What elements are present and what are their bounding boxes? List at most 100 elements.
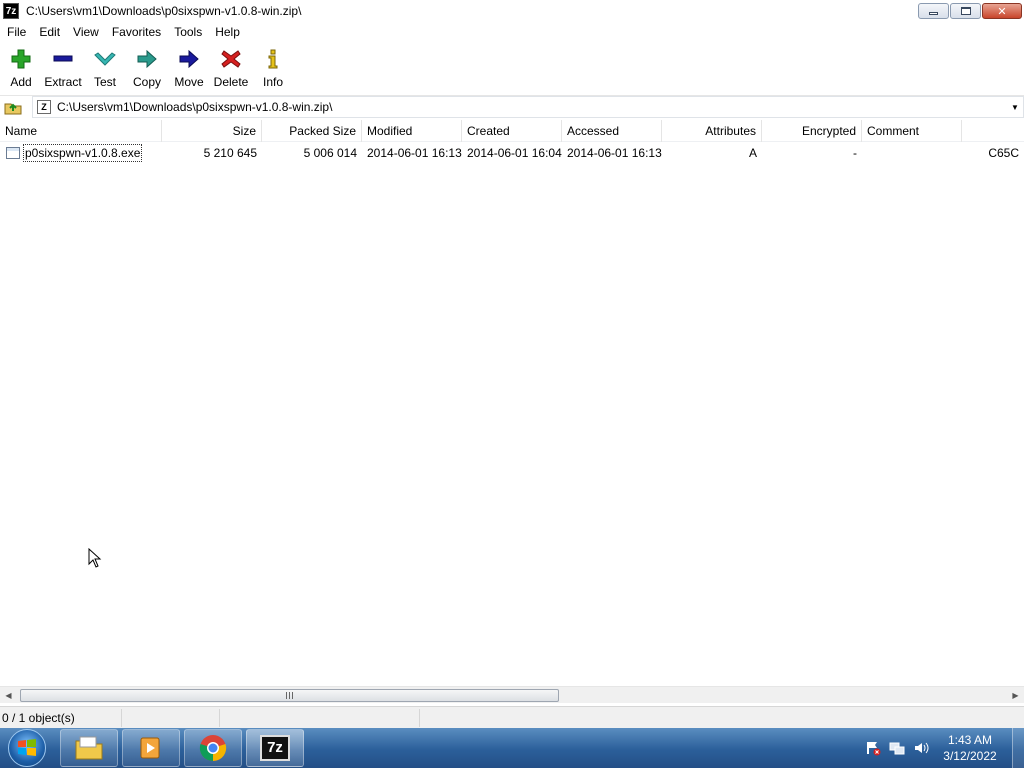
minimize-icon	[929, 12, 938, 15]
cell-comment	[862, 143, 962, 163]
taskbar: 7z 1:43 AM 3/12/2022	[0, 728, 1024, 768]
taskbar-media-player[interactable]	[122, 729, 180, 767]
clock-date: 3/12/2022	[943, 749, 997, 763]
file-list[interactable]: p0sixspwn-v1.0.8.exe 5 210 645 5 006 014…	[0, 143, 1024, 686]
status-bar: 0 / 1 object(s) selected	[0, 706, 1024, 743]
scrollbar-thumb[interactable]	[20, 689, 559, 702]
menu-edit[interactable]: Edit	[32, 25, 66, 39]
close-icon: ✕	[997, 4, 1007, 18]
window-controls: ✕	[918, 3, 1022, 19]
address-bar: Z C:\Users\vm1\Downloads\p0sixspwn-v1.0.…	[0, 95, 1024, 118]
cell-name[interactable]: p0sixspwn-v1.0.8.exe	[0, 143, 162, 163]
test-icon	[94, 48, 116, 70]
executable-file-icon	[6, 147, 20, 159]
menu-view[interactable]: View	[66, 25, 105, 39]
cell-packed-size: 5 006 014	[303, 146, 357, 160]
copy-icon	[136, 48, 158, 70]
column-name[interactable]: Name	[0, 120, 162, 142]
move-icon	[178, 48, 200, 70]
title-bar: 7z C:\Users\vm1\Downloads\p0sixspwn-v1.0…	[0, 0, 1024, 22]
app-icon: 7z	[3, 3, 19, 19]
add-icon	[10, 48, 32, 70]
mouse-cursor-icon	[88, 548, 102, 568]
horizontal-scrollbar[interactable]: ◀ ▶	[0, 686, 1024, 703]
menu-bar: File Edit View Favorites Tools Help	[0, 22, 1024, 42]
add-label: Add	[10, 75, 32, 89]
info-label: Info	[262, 75, 283, 89]
list-header: Name Size Packed Size Modified Created A…	[0, 120, 1024, 142]
start-button[interactable]	[8, 729, 46, 767]
column-comment[interactable]: Comment	[862, 120, 962, 142]
show-desktop-button[interactable]	[1012, 728, 1024, 768]
7zip-icon: 7z	[260, 735, 290, 761]
file-name[interactable]: p0sixspwn-v1.0.8.exe	[23, 144, 143, 162]
test-label: Test	[93, 75, 116, 89]
info-icon	[262, 48, 284, 70]
column-modified[interactable]: Modified	[362, 120, 462, 142]
minimize-button[interactable]	[918, 3, 949, 19]
delete-label: Delete	[213, 75, 249, 89]
maximize-button[interactable]	[950, 3, 981, 19]
cell-accessed: 2014-06-01 16:13	[567, 146, 662, 160]
chevron-down-icon[interactable]: ▼	[1009, 101, 1021, 113]
volume-icon[interactable]	[912, 739, 930, 757]
up-folder-icon	[4, 103, 22, 114]
scroll-left-icon[interactable]: ◀	[0, 687, 17, 704]
menu-file[interactable]: File	[0, 25, 32, 39]
zip-archive-icon: Z	[37, 100, 51, 114]
cell-created: 2014-06-01 16:04	[467, 146, 562, 160]
folder-icon	[75, 736, 103, 760]
column-encrypted[interactable]: Encrypted	[762, 120, 862, 142]
media-player-icon	[140, 737, 160, 759]
status-panel-2	[122, 708, 220, 727]
system-tray: 1:43 AM 3/12/2022	[864, 728, 1024, 768]
clock[interactable]: 1:43 AM 3/12/2022	[936, 732, 1004, 764]
extract-button[interactable]: Extract	[42, 44, 84, 90]
toolbar: Add Extract Test Copy Move Delete Info	[0, 44, 1024, 92]
cell-size: 5 210 645	[203, 146, 257, 160]
window-title: C:\Users\vm1\Downloads\p0sixspwn-v1.0.8-…	[26, 4, 302, 18]
address-path: C:\Users\vm1\Downloads\p0sixspwn-v1.0.8-…	[57, 100, 333, 114]
status-selection: 0 / 1 object(s) selected	[0, 708, 122, 743]
status-panel-3	[220, 708, 420, 727]
column-size[interactable]: Size	[162, 120, 262, 142]
copy-button[interactable]: Copy	[126, 44, 168, 90]
copy-label: Copy	[132, 75, 161, 89]
network-icon[interactable]	[888, 739, 906, 757]
table-row[interactable]: p0sixspwn-v1.0.8.exe 5 210 645 5 006 014…	[0, 143, 1024, 163]
cell-encrypted: -	[853, 146, 857, 160]
move-label: Move	[174, 75, 204, 89]
info-button[interactable]: Info	[252, 44, 294, 90]
move-button[interactable]: Move	[168, 44, 210, 90]
cell-crc: C65C	[988, 146, 1019, 160]
column-accessed[interactable]: Accessed	[562, 120, 662, 142]
menu-tools[interactable]: Tools	[167, 25, 208, 39]
action-center-icon[interactable]	[864, 739, 882, 757]
clock-time: 1:43 AM	[947, 733, 993, 747]
close-button[interactable]: ✕	[982, 3, 1022, 19]
cell-modified: 2014-06-01 16:13	[367, 146, 462, 160]
column-attributes[interactable]: Attributes	[662, 120, 762, 142]
delete-icon	[220, 48, 242, 70]
menu-favorites[interactable]: Favorites	[105, 25, 167, 39]
delete-button[interactable]: Delete	[210, 44, 252, 90]
taskbar-chrome[interactable]	[184, 729, 242, 767]
windows-logo-icon	[18, 739, 36, 756]
column-packed-size[interactable]: Packed Size	[262, 120, 362, 142]
taskbar-explorer[interactable]	[60, 729, 118, 767]
menu-help[interactable]: Help	[208, 25, 246, 39]
cell-attributes: A	[748, 146, 757, 160]
up-folder-button[interactable]	[0, 96, 26, 118]
column-created[interactable]: Created	[462, 120, 562, 142]
chrome-icon	[199, 735, 227, 762]
address-input[interactable]: Z C:\Users\vm1\Downloads\p0sixspwn-v1.0.…	[32, 96, 1024, 118]
extract-icon	[52, 48, 74, 70]
test-button[interactable]: Test	[84, 44, 126, 90]
grip-icon	[286, 692, 293, 699]
extract-label: Extract	[44, 75, 82, 89]
add-button[interactable]: Add	[0, 44, 42, 90]
restore-icon	[960, 7, 971, 15]
scroll-right-icon[interactable]: ▶	[1007, 687, 1024, 704]
column-crc[interactable]	[962, 120, 1024, 142]
taskbar-7zip[interactable]: 7z	[246, 729, 304, 767]
